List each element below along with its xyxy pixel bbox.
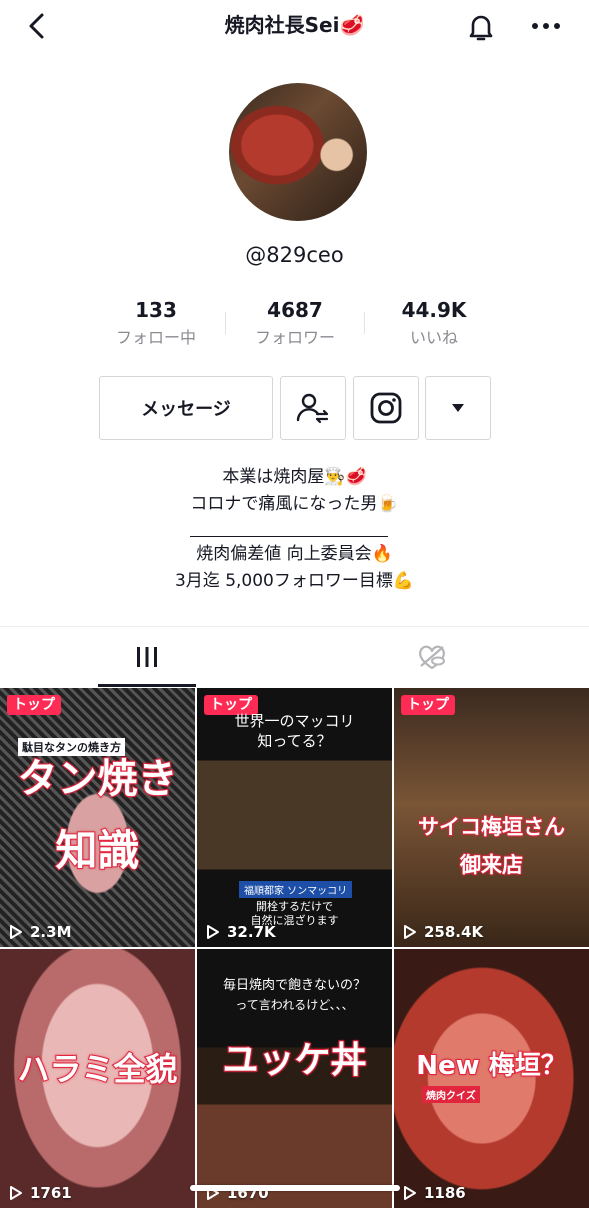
play-icon [207,925,219,939]
view-count-text: 258.4K [424,923,484,941]
video-label: 福順都家 ソンマッコリ [239,881,353,898]
active-tab-indicator [98,684,196,687]
user-swap-icon [296,393,329,424]
video-caption: って言われるけど、、、 [235,998,354,1012]
likes-stat: 44.9K いいね [364,297,504,351]
heart-hidden-icon [419,645,445,670]
video-title: New 梅垣？ [415,1050,567,1082]
view-count: 1186 [402,1184,466,1202]
play-icon [10,1186,22,1200]
view-count: 1761 [8,1184,72,1202]
dropdown-button[interactable] [425,376,491,440]
view-count-text: 32.7K [227,923,276,941]
instagram-icon [370,392,402,424]
video-title: ハラミ全貌 [16,1049,178,1089]
bio-divider [190,536,388,537]
video-thumbnail[interactable]: トップ サイコ梅垣さん 御来店 258.4K [394,688,589,947]
bio-line: 焼肉偏差値 向上委員会🔥 [196,544,393,564]
title-text: 焼肉社長Sei [224,13,340,37]
profile-handle: @829ceo [245,243,344,267]
tab-liked[interactable] [383,627,481,687]
view-count-text: 2.3M [30,923,72,941]
video-thumbnail[interactable]: ハラミ全貌 1761 [0,949,195,1208]
top-bar: 焼肉社長Sei🥩 [0,0,589,52]
view-count: 32.7K [205,923,276,941]
bell-icon [469,15,493,41]
caret-down-icon [452,404,464,412]
more-options-button[interactable] [528,10,564,42]
video-caption: 世界一のマッコリ [234,712,355,730]
chevron-left-icon [29,13,44,39]
top-badge: トップ [401,695,455,715]
followers-stat[interactable]: 4687 フォロワー [225,297,365,351]
view-count: 2.3M [8,923,72,941]
home-indicator[interactable] [190,1185,400,1191]
title-emoji: 🥩 [339,13,365,37]
video-tag: 焼肉クイズ [422,1086,480,1103]
followers-label: フォロワー [254,328,335,347]
avatar[interactable] [229,83,367,221]
back-button[interactable] [22,10,52,42]
more-horizontal-icon [532,23,560,29]
video-title: 知識 [54,826,140,875]
following-stat[interactable]: 133 フォロー中 [86,297,226,351]
followers-count: 4687 [267,298,323,322]
message-button[interactable]: メッセージ [99,376,273,440]
video-title: タン焼き [17,755,179,803]
video-thumbnail[interactable]: トップ 世界一のマッコリ 知ってる？ 福順都家 ソンマッコリ 開栓するだけで 自… [197,688,392,947]
video-grid: トップ 駄目なタンの焼き方 タン焼き 知識 2.3M トップ 世界一のマッコリ … [0,688,589,1208]
video-title: サイコ梅垣さん [417,814,566,840]
view-count: 258.4K [402,923,483,941]
following-label: フォロー中 [115,328,196,347]
bio-line: コロナで痛風になった男🍺 [190,494,399,514]
follow-suggest-button[interactable] [280,376,346,440]
profile-tabs [0,626,589,689]
video-thumbnail[interactable]: トップ 駄目なタンの焼き方 タン焼き 知識 2.3M [0,688,195,947]
tab-videos[interactable] [98,627,196,687]
video-caption: 毎日焼肉で飽きないの？ [222,978,366,993]
bio-line: 本業は焼肉屋👨‍🍳🥩 [222,467,367,487]
page-title: 焼肉社長Sei🥩 [140,11,449,39]
view-count-text: 1761 [30,1184,72,1202]
video-thumbnail[interactable]: New 梅垣？ 焼肉クイズ 1186 [394,949,589,1208]
video-title: 御来店 [459,852,524,878]
video-thumbnail[interactable]: 毎日焼肉で飽きないの？ って言われるけど、、、 ユッケ丼 1670 [197,949,392,1208]
video-subtitle: 開栓するだけで [256,900,333,913]
video-caption: 駄目なタンの焼き方 [18,738,125,756]
video-title: ユッケ丼 [221,1039,367,1082]
video-caption: 知ってる？ [257,732,332,750]
bio-line: 3月迄 5,000フォロワー目標💪 [174,571,415,591]
likes-count: 44.9K [401,298,467,322]
play-icon [404,925,416,939]
following-count: 133 [135,298,177,322]
instagram-button[interactable] [353,376,419,440]
notifications-button[interactable] [464,10,498,44]
view-count-text: 1186 [424,1184,466,1202]
grid-bars-icon [137,647,157,667]
play-icon [10,925,22,939]
likes-label: いいね [409,328,458,347]
play-icon [404,1186,416,1200]
top-badge: トップ [7,695,61,715]
